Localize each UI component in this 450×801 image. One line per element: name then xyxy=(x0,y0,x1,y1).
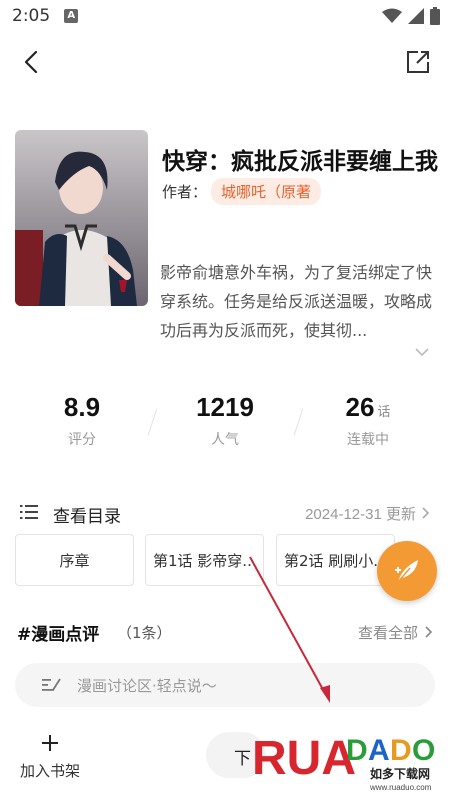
stat-value: 26 xyxy=(345,392,375,422)
svg-text:A: A xyxy=(368,734,390,767)
author-label: 作者： xyxy=(162,183,208,201)
ruadado-logo: RUA D A D O 如多下载网 www.ruaduo.com xyxy=(252,732,435,792)
list-icon xyxy=(20,505,38,519)
stat-value: 1219 xyxy=(196,392,254,422)
write-review-button[interactable] xyxy=(377,541,437,601)
book-cover[interactable] xyxy=(15,130,148,306)
chapter-item[interactable]: 序章 xyxy=(15,534,134,586)
chevron-right-icon xyxy=(422,507,430,519)
svg-text:如多下载网: 如多下载网 xyxy=(370,766,430,781)
comment-input[interactable]: 漫画讨论区·轻点说～ xyxy=(15,663,435,707)
stats-row: 8.9 评分 1219 人气 26 话 连载中 xyxy=(0,392,450,462)
synopsis[interactable]: 影帝俞塘意外车祸，为了复活绑定了快穿系统。任务是给反派送温暖，攻略成功后再为反派… xyxy=(160,258,432,345)
stat-label: 连载中 xyxy=(347,432,389,448)
svg-text:O: O xyxy=(412,734,435,767)
chevron-right-icon[interactable] xyxy=(424,625,433,639)
download-label: 下 xyxy=(234,749,251,769)
comments-count: （1条） xyxy=(117,624,172,642)
author-tag[interactable]: 城哪吒（原著 xyxy=(211,178,322,205)
edit-icon xyxy=(42,678,61,691)
svg-text:RUA: RUA xyxy=(252,732,356,785)
comments-header: #漫画点评 （1条） 查看全部 xyxy=(0,618,450,646)
svg-text:www.ruaduo.com: www.ruaduo.com xyxy=(369,783,432,792)
comment-placeholder: 漫画讨论区·轻点说～ xyxy=(77,677,217,695)
status-bar: 2:05 A xyxy=(0,0,450,32)
view-all-link[interactable]: 查看全部 xyxy=(358,622,418,643)
stat-label: 评分 xyxy=(68,432,96,448)
watermark-logo: RUA D A D O 如多下载网 www.ruaduo.com xyxy=(252,722,442,794)
stat-episodes: 26 话 连载中 xyxy=(298,392,438,449)
stat-unit: 话 xyxy=(377,405,391,420)
stat-label: 人气 xyxy=(211,432,239,448)
catalog-row[interactable]: 查看目录 2024-12-31 更新 xyxy=(0,498,450,528)
book-title: 快穿：疯批反派非要缠上我 xyxy=(162,149,438,175)
chevron-down-icon[interactable] xyxy=(414,346,430,358)
cover-illustration xyxy=(15,130,148,306)
back-icon[interactable] xyxy=(18,48,46,76)
status-time: 2:05 xyxy=(12,6,51,26)
signal-icon xyxy=(408,8,424,24)
battery-icon xyxy=(430,7,440,25)
wifi-icon xyxy=(382,8,402,23)
plus-icon xyxy=(42,735,58,751)
share-icon[interactable] xyxy=(404,48,432,76)
author-row: 作者： 城哪吒（原著 xyxy=(162,178,322,205)
feather-pen-icon xyxy=(395,560,418,583)
svg-text:D: D xyxy=(346,734,368,767)
stat-value: 8.9 xyxy=(63,392,101,422)
notification-icon: A xyxy=(64,9,79,23)
stat-rating: 8.9 评分 xyxy=(12,392,152,449)
catalog-label: 查看目录 xyxy=(53,507,121,527)
add-to-shelf-button[interactable]: 加入书架 xyxy=(10,734,90,794)
top-nav xyxy=(0,40,450,84)
svg-text:D: D xyxy=(390,734,412,767)
update-date: 2024-12-31 更新 xyxy=(305,506,416,523)
stat-popularity: 1219 人气 xyxy=(155,392,295,449)
chapter-item[interactable]: 第1话 影帝穿... xyxy=(145,534,264,586)
add-to-shelf-label: 加入书架 xyxy=(19,762,80,780)
comments-title: #漫画点评 xyxy=(17,625,100,645)
status-icons xyxy=(382,7,440,25)
